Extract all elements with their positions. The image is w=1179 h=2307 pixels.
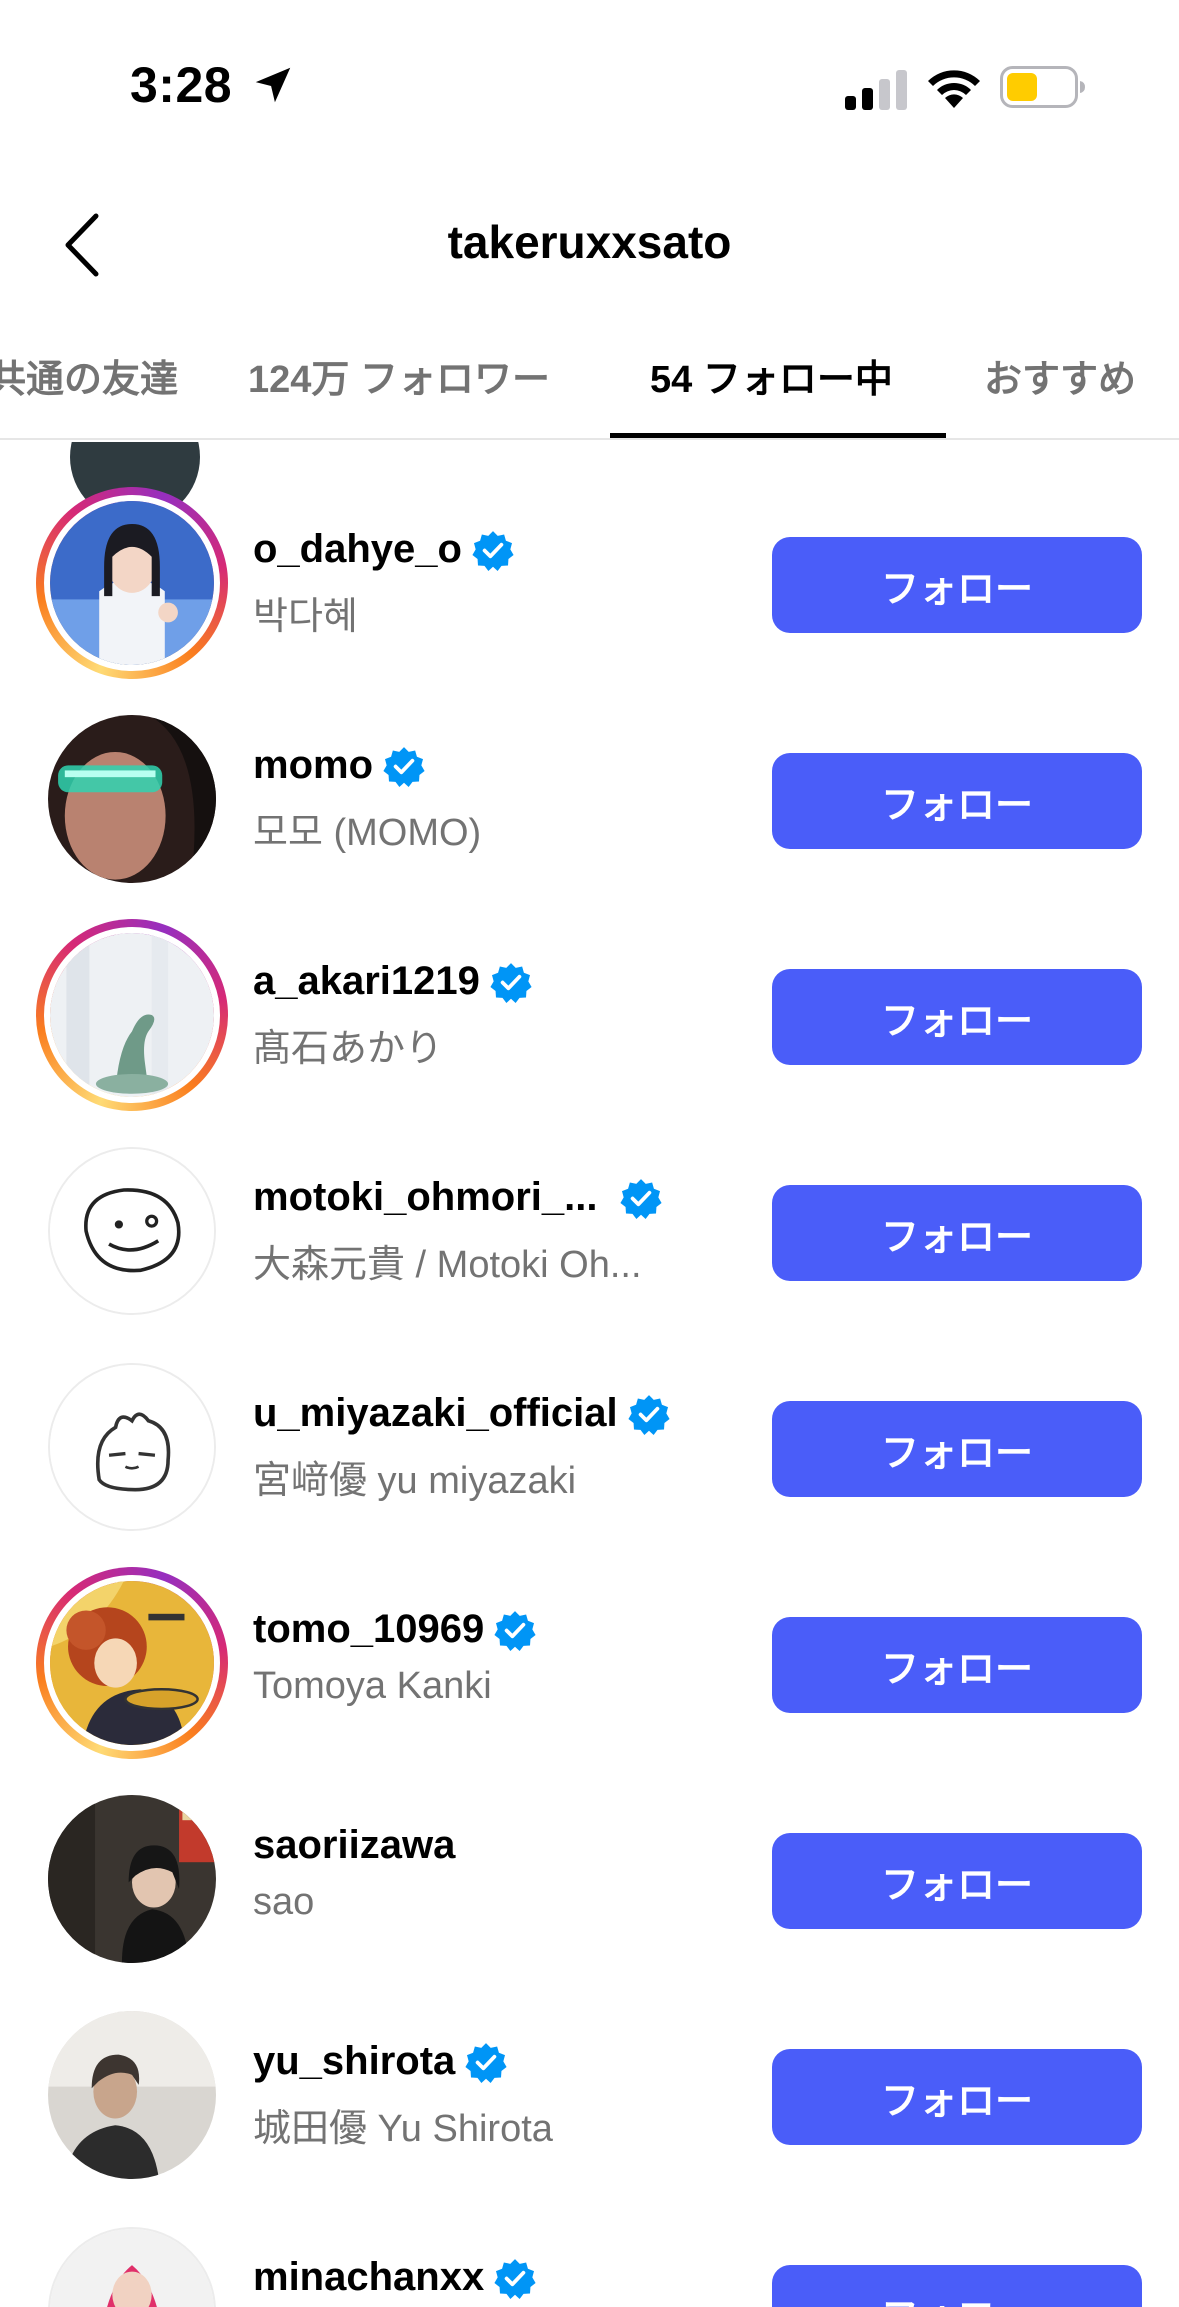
avatar-container[interactable] (36, 1351, 228, 1543)
full-name: sao (253, 1881, 315, 1923)
follow-button[interactable]: フォロー (772, 753, 1142, 849)
username[interactable]: yu_shirota (253, 2039, 455, 2084)
follow-button[interactable]: フォロー (772, 1185, 1142, 1281)
username[interactable]: saoriizawa (253, 1823, 455, 1868)
full-name: 髙石あかり (253, 1028, 444, 1070)
full-name: 大森元貴 / Motoki Oh... (253, 1244, 642, 1286)
username[interactable]: u_miyazaki_official (253, 1391, 618, 1436)
full-name: Tomoya Kanki (253, 1665, 492, 1707)
tab-suggested[interactable]: おすすめ (984, 348, 1136, 403)
list-item[interactable]: tomo_10969 Tomoya Kanki フォロー (0, 1527, 1179, 1759)
tab-followers[interactable]: 124万 フォロワー (248, 348, 550, 403)
avatar-container[interactable] (36, 1999, 228, 2191)
username[interactable]: minachanxx (253, 2255, 484, 2300)
follow-button[interactable]: フォロー (772, 2265, 1142, 2307)
cellular-signal-icon (845, 70, 907, 110)
username[interactable]: momo (253, 743, 373, 788)
avatar-container[interactable] (36, 1783, 228, 1975)
follow-button[interactable]: フォロー (772, 2049, 1142, 2145)
active-tab-indicator (610, 433, 946, 438)
list-item[interactable]: minachanxx フォロー (0, 2175, 1179, 2307)
story-ring[interactable] (36, 1567, 228, 1759)
list-item[interactable]: yu_shirota 城田優 Yu Shirota フォロー (0, 1959, 1179, 2179)
list-item[interactable]: a_akari1219 髙石あかり フォロー (0, 879, 1179, 1111)
full-name: 모모 (MOMO) (253, 812, 482, 854)
story-ring[interactable] (36, 487, 228, 679)
username[interactable]: motoki_ohmori_... (253, 1175, 598, 1220)
avatar-container[interactable] (36, 703, 228, 895)
follow-tabs: 共通の友達 124万 フォロワー 54 フォロー中 おすすめ (0, 318, 1179, 440)
follow-button[interactable]: フォロー (772, 537, 1142, 633)
list-item[interactable]: saoriizawa sao フォロー (0, 1743, 1179, 1963)
full-name: 城田優 Yu Shirota (253, 2108, 553, 2150)
avatar (44, 927, 220, 1103)
username[interactable]: tomo_10969 (253, 1607, 484, 1652)
avatar (48, 1795, 216, 1963)
avatar (48, 1363, 216, 1531)
location-arrow-icon (255, 67, 291, 103)
tab-mutual-friends[interactable]: 共通の友達 (0, 348, 178, 403)
follow-button[interactable]: フォロー (772, 1833, 1142, 1929)
profile-header: takeruxxsato (0, 180, 1179, 310)
full-name: 宮﨑優 yu miyazaki (253, 1460, 577, 1502)
list-item[interactable]: motoki_ohmori_... 大森元貴 / Motoki Oh... フォ… (0, 1095, 1179, 1315)
verified-badge-icon (619, 1178, 662, 1219)
username[interactable]: a_akari1219 (253, 959, 480, 1004)
verified-badge-icon (490, 962, 532, 1003)
battery-icon (1000, 66, 1085, 108)
verified-badge-icon (494, 2258, 536, 2299)
follow-button[interactable]: フォロー (772, 1401, 1142, 1497)
username[interactable]: o_dahye_o (253, 527, 462, 572)
wifi-icon (928, 70, 980, 108)
status-time: 3:28 (130, 57, 233, 113)
story-ring[interactable] (36, 919, 228, 1111)
avatar (48, 2227, 216, 2307)
status-bar: 3:28 (0, 0, 1179, 180)
follow-button[interactable]: フォロー (772, 969, 1142, 1065)
full-name: 박다혜 (253, 596, 358, 638)
verified-badge-icon (465, 2042, 507, 2083)
avatar (44, 1575, 220, 1751)
verified-badge-icon (628, 1394, 670, 1435)
avatar (44, 495, 220, 671)
list-item[interactable]: o_dahye_o 박다혜 フォロー (0, 447, 1179, 679)
verified-badge-icon (383, 746, 425, 787)
avatar (48, 2011, 216, 2179)
avatar (48, 715, 216, 883)
avatar-container[interactable] (36, 1135, 228, 1327)
verified-badge-icon (494, 1610, 536, 1651)
follow-button[interactable]: フォロー (772, 1617, 1142, 1713)
list-item[interactable]: momo 모모 (MOMO) フォロー (0, 663, 1179, 883)
avatar-container[interactable] (36, 2215, 228, 2307)
avatar (48, 1147, 216, 1315)
tab-following[interactable]: 54 フォロー中 (650, 348, 893, 403)
verified-badge-icon (472, 530, 514, 571)
following-list: o_dahye_o 박다혜 フォロー momo 모모 (MOMO) フォロー a… (0, 442, 1179, 2307)
list-item[interactable]: u_miyazaki_official 宮﨑優 yu miyazaki フォロー (0, 1311, 1179, 1531)
page-title: takeruxxsato (447, 216, 732, 268)
